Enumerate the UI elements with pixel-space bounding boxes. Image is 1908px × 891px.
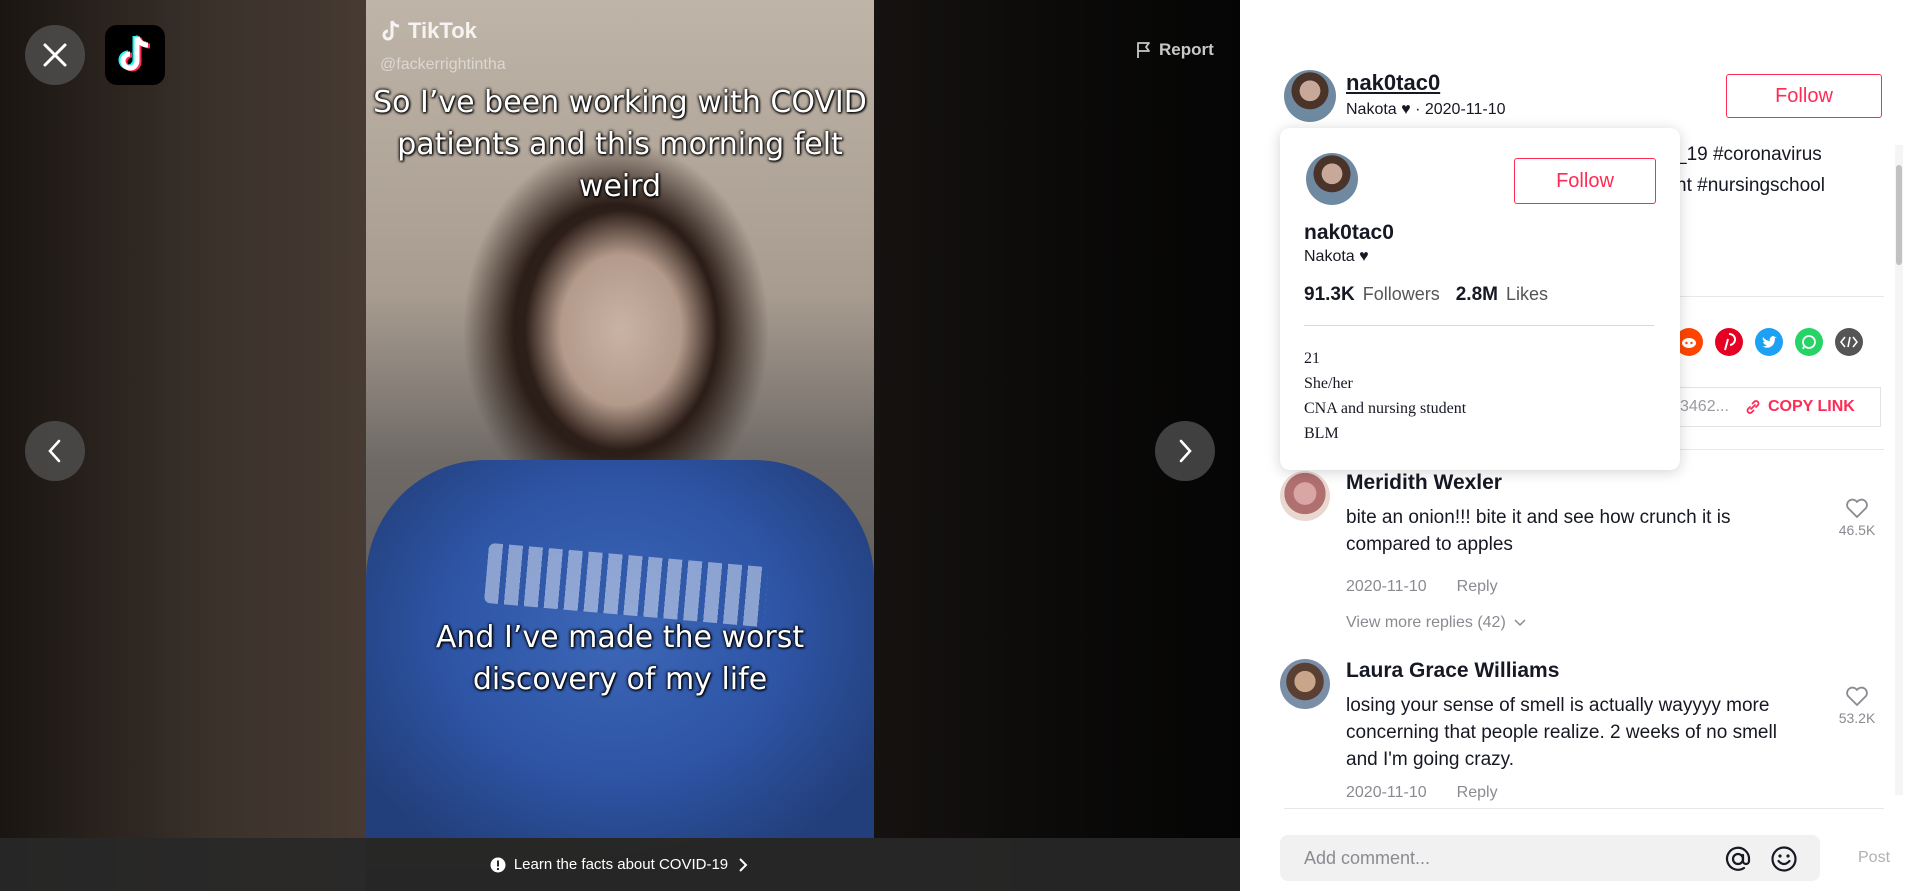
comment-like-count: 53.2K	[1838, 710, 1876, 726]
heart-icon	[1846, 498, 1868, 518]
copy-link-label: COPY LINK	[1768, 398, 1855, 415]
next-video-button[interactable]	[1155, 421, 1215, 481]
tiktok-watermark-label: TikTok	[408, 18, 477, 43]
previous-video-button[interactable]	[25, 421, 85, 481]
bio-line: CNA and nursing student	[1304, 400, 1467, 417]
follow-button[interactable]: Follow	[1726, 74, 1882, 118]
share-link-box: 3462... COPY LINK	[1676, 387, 1881, 427]
tiktok-watermark: TikTok	[380, 18, 477, 44]
mention-icon[interactable]	[1724, 845, 1752, 873]
comment-avatar[interactable]	[1280, 471, 1330, 521]
emoji-icon[interactable]	[1770, 845, 1798, 873]
video-description-line: _19 #coronavirus	[1676, 144, 1822, 165]
twitter-icon[interactable]	[1755, 328, 1783, 356]
video-description-line: nt #nursingschool	[1676, 175, 1825, 196]
video-caption-bottom: And I’ve made the worst discovery of my …	[435, 620, 805, 697]
copy-link-button[interactable]: COPY LINK	[1744, 398, 1855, 416]
chevron-right-icon	[739, 857, 748, 872]
followers-label: Followers	[1362, 284, 1440, 304]
comment-like-count: 46.5K	[1838, 522, 1876, 538]
likes-label: Likes	[1505, 284, 1549, 304]
bio-line: 21	[1304, 350, 1320, 367]
bio-line: BLM	[1304, 425, 1339, 442]
scrollbar-thumb[interactable]	[1896, 165, 1902, 265]
post-comment-button[interactable]: Post	[1858, 849, 1890, 867]
comments-scrollbar[interactable]	[1895, 145, 1903, 795]
comment-text: losing your sense of smell is actually w…	[1346, 695, 1777, 770]
profile-card-follow-button[interactable]: Follow	[1514, 158, 1656, 204]
tiktok-logo[interactable]	[105, 25, 165, 85]
profile-card-avatar[interactable]	[1306, 153, 1358, 205]
comment-avatar[interactable]	[1280, 659, 1330, 709]
followers-count: 91.3K	[1304, 284, 1355, 305]
profile-hover-card: Follow nak0tac0 Nakota ♥ 91.3K Followers…	[1280, 128, 1680, 470]
whatsapp-icon[interactable]	[1795, 328, 1823, 356]
comment-reply-button[interactable]: Reply	[1457, 784, 1498, 802]
close-icon	[43, 43, 67, 67]
author-username[interactable]: nak0tac0	[1346, 70, 1440, 96]
comment-author-name[interactable]: Meridith Wexler	[1346, 471, 1502, 495]
comment-meta: 2020-11-10 Reply	[1346, 578, 1498, 596]
embed-icon[interactable]	[1835, 328, 1863, 356]
divider	[1304, 325, 1654, 326]
author-subtitle: Nakota ♥ · 2020-11-10	[1346, 101, 1506, 118]
profile-card-stats: 91.3K Followers 2.8M Likes	[1304, 284, 1556, 306]
comment-input[interactable]	[1302, 846, 1706, 870]
video-caption-top: So I’ve been working with COVID patients…	[373, 85, 867, 204]
profile-card-bio: 21 She/her CNA and nursing student BLM	[1304, 346, 1466, 446]
share-link-text[interactable]: 3462...	[1676, 398, 1730, 416]
link-icon	[1746, 400, 1760, 414]
comment-text: bite an onion!!! bite it and see how cru…	[1346, 507, 1731, 555]
tiktok-note-icon	[382, 20, 400, 41]
author-avatar[interactable]	[1284, 70, 1336, 122]
info-icon	[490, 857, 506, 872]
view-more-replies-button[interactable]: View more replies (42)	[1346, 614, 1526, 632]
chevron-left-icon	[48, 439, 61, 463]
tiktok-logo-icon	[118, 35, 151, 72]
close-button[interactable]	[25, 25, 85, 85]
report-button[interactable]: Report	[1135, 40, 1214, 60]
divider	[1284, 808, 1884, 809]
chevron-right-icon	[1179, 439, 1192, 463]
likes-count: 2.8M	[1455, 284, 1498, 305]
pinterest-icon[interactable]	[1715, 328, 1743, 356]
chevron-down-icon	[1514, 619, 1526, 627]
heart-icon	[1846, 686, 1868, 706]
comment-like[interactable]: 46.5K	[1832, 497, 1882, 538]
covid-banner-label: Learn the facts about COVID-19	[513, 856, 729, 873]
report-label: Report	[1159, 40, 1214, 59]
comment-author-name[interactable]: Laura Grace Williams	[1346, 659, 1559, 683]
comment-date: 2020-11-10	[1346, 784, 1427, 801]
comment-reply-button[interactable]: Reply	[1457, 578, 1498, 596]
video-player[interactable]: TikTok @fackerrightintha So I’ve been wo…	[0, 0, 1240, 891]
bio-line: She/her	[1304, 375, 1353, 392]
share-icons-row	[1675, 328, 1863, 356]
comment-like[interactable]: 53.2K	[1832, 685, 1882, 726]
flag-icon	[1137, 42, 1150, 58]
comment-meta: 2020-11-10 Reply	[1346, 784, 1498, 802]
tiktok-watermark-user: @fackerrightintha	[380, 56, 506, 73]
covid-info-banner[interactable]: Learn the facts about COVID-19	[0, 838, 1240, 891]
profile-card-username[interactable]: nak0tac0	[1304, 221, 1394, 245]
profile-card-nickname: Nakota ♥	[1304, 248, 1369, 265]
add-comment-box	[1280, 835, 1820, 881]
comment-date: 2020-11-10	[1346, 578, 1427, 595]
view-more-replies-label: View more replies (42)	[1346, 614, 1506, 631]
